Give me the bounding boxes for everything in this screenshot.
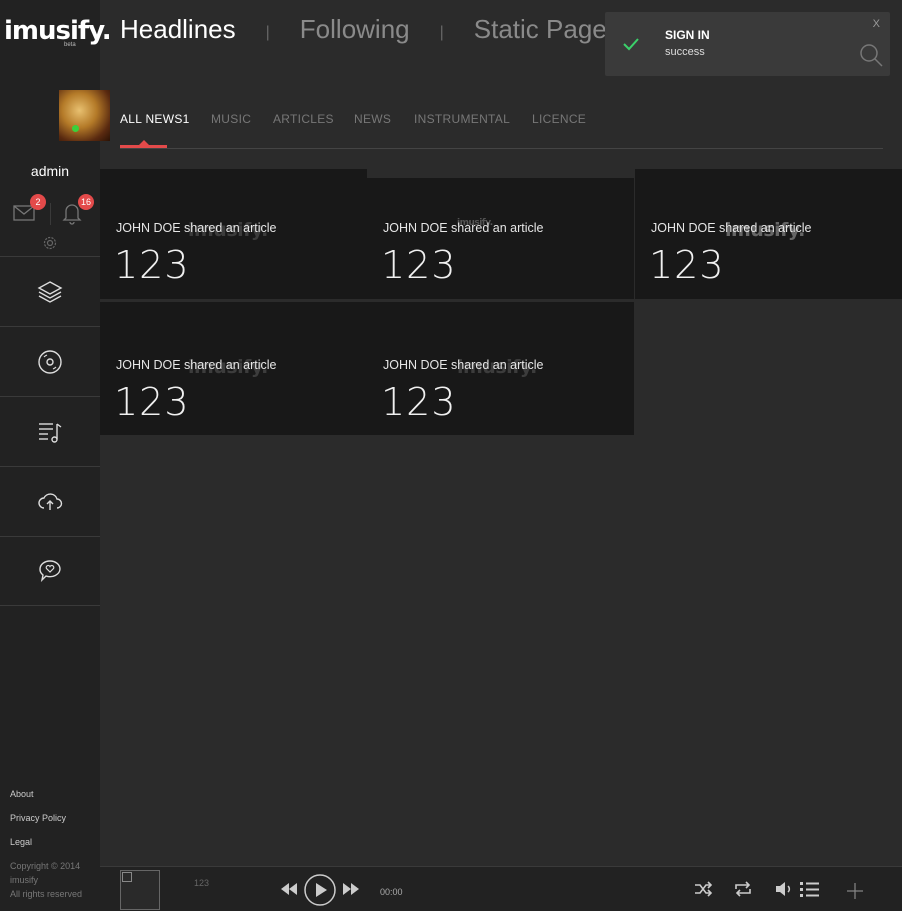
shuffle-icon[interactable] bbox=[692, 878, 714, 900]
article-card[interactable]: imusify. JOHN DOE shared an article 123 bbox=[100, 169, 367, 299]
sidebar-item-playlists[interactable] bbox=[0, 396, 100, 466]
tab-separator: | bbox=[265, 23, 270, 41]
article-card[interactable]: imusify. JOHN DOE shared an article 123 bbox=[367, 178, 634, 299]
queue-list-icon[interactable] bbox=[798, 878, 820, 900]
sidebar-item-music[interactable] bbox=[0, 326, 100, 396]
logo[interactable]: imusify. bbox=[4, 16, 112, 46]
broken-image-icon bbox=[122, 872, 132, 882]
disc-icon bbox=[38, 349, 62, 374]
tab-articles[interactable]: ARTICLES bbox=[273, 112, 334, 126]
gear-icon[interactable] bbox=[41, 234, 59, 252]
playback-time: 00:00 bbox=[380, 887, 403, 897]
active-tab-indicator bbox=[120, 140, 167, 148]
card-author: JOHN DOE shared an article bbox=[651, 221, 812, 235]
track-title: 123 bbox=[194, 878, 210, 888]
username[interactable]: admin bbox=[0, 163, 100, 179]
article-card[interactable]: imusify. JOHN DOE shared an article 123 bbox=[367, 302, 634, 435]
footer-link-legal[interactable]: Legal bbox=[10, 836, 66, 860]
article-card[interactable]: imusify. JOHN DOE shared an article 123 bbox=[635, 169, 902, 299]
sidebar-item-browse[interactable] bbox=[0, 256, 100, 326]
sign-in-toast: SIGN IN success X bbox=[605, 12, 890, 76]
card-title: 123 bbox=[114, 380, 190, 424]
tab-separator: | bbox=[439, 23, 444, 41]
messages-button[interactable]: 2 bbox=[12, 194, 46, 226]
volume-icon[interactable] bbox=[773, 878, 795, 900]
footer-link-about[interactable]: About bbox=[10, 788, 66, 812]
notifications-button[interactable]: 16 bbox=[60, 194, 94, 226]
sidebar-item-upload[interactable] bbox=[0, 466, 100, 536]
card-author: JOHN DOE shared an article bbox=[383, 358, 544, 372]
copyright: Copyright © 2014 imusify All rights rese… bbox=[10, 859, 82, 901]
layers-icon bbox=[37, 280, 63, 303]
messages-badge: 2 bbox=[30, 194, 46, 210]
header-tabs: Headlines | Following | Static Page bbox=[120, 14, 607, 45]
tab-news[interactable]: NEWS bbox=[354, 112, 391, 126]
repeat-icon[interactable] bbox=[732, 878, 754, 900]
copyright-line: Copyright © 2014 bbox=[10, 861, 81, 871]
category-tabs: ALL NEWS1 MUSIC ARTICLES NEWS INSTRUMENT… bbox=[120, 112, 883, 149]
tab-instrumental[interactable]: INSTRUMENTAL bbox=[414, 112, 510, 126]
online-status-dot bbox=[72, 125, 79, 132]
rewind-icon[interactable] bbox=[278, 878, 300, 900]
tab-static-page[interactable]: Static Page bbox=[474, 14, 607, 45]
copyright-line: All rights reserved bbox=[10, 889, 83, 899]
audio-player: 123 00:00 bbox=[100, 866, 902, 911]
card-author: JOHN DOE shared an article bbox=[116, 221, 277, 235]
play-button[interactable] bbox=[303, 873, 337, 907]
copyright-line: imusify bbox=[10, 875, 39, 885]
card-title: 123 bbox=[381, 380, 457, 424]
card-title: 123 bbox=[649, 243, 725, 287]
toast-title: SIGN IN bbox=[665, 28, 710, 42]
tab-following[interactable]: Following bbox=[300, 14, 410, 45]
tab-music[interactable]: MUSIC bbox=[211, 112, 251, 126]
tab-licence[interactable]: LICENCE bbox=[532, 112, 586, 126]
tab-all-news[interactable]: ALL NEWS1 bbox=[120, 112, 190, 126]
chat-heart-icon bbox=[39, 560, 61, 583]
search-icon[interactable] bbox=[858, 42, 884, 68]
sidebar-item-messages[interactable] bbox=[0, 536, 100, 606]
fast-forward-icon[interactable] bbox=[340, 878, 362, 900]
upload-cloud-icon bbox=[38, 492, 63, 510]
tab-headlines[interactable]: Headlines bbox=[120, 14, 236, 45]
beta-label: beta bbox=[64, 42, 76, 48]
toast-message: success bbox=[665, 46, 705, 58]
checkmark-icon bbox=[623, 38, 639, 51]
card-title: 123 bbox=[114, 243, 190, 287]
track-artwork[interactable] bbox=[120, 870, 160, 910]
footer-links: About Privacy Policy Legal bbox=[10, 788, 66, 860]
card-author: JOHN DOE shared an article bbox=[383, 221, 544, 235]
card-author: JOHN DOE shared an article bbox=[116, 358, 277, 372]
avatar[interactable] bbox=[59, 90, 110, 141]
notifications-badge: 16 bbox=[77, 194, 94, 210]
playlist-icon bbox=[39, 422, 62, 443]
footer-link-privacy[interactable]: Privacy Policy bbox=[10, 812, 66, 836]
article-card[interactable]: imusify. JOHN DOE shared an article 123 bbox=[100, 302, 367, 435]
divider bbox=[50, 203, 51, 225]
toast-close-button[interactable]: X bbox=[873, 18, 880, 30]
expand-plus-icon[interactable] bbox=[844, 880, 866, 902]
card-title: 123 bbox=[381, 243, 457, 287]
